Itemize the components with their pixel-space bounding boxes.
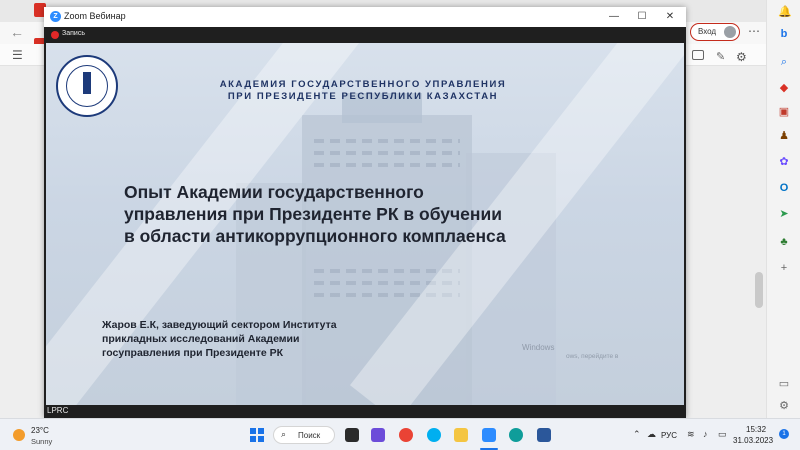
login-button[interactable]: Вход [690,23,740,41]
scrollbar-thumb[interactable] [755,272,763,308]
gear-icon[interactable]: ⚙ [736,50,747,64]
send-icon[interactable]: ➤ [778,208,790,220]
window-row [314,163,460,167]
window-row [314,151,460,155]
notification-badge[interactable]: 1 [779,429,789,439]
language-indicator[interactable]: РУС [661,431,677,440]
recording-label: Запись [62,30,85,37]
menu-icon[interactable]: ☰ [12,48,23,62]
word-icon[interactable] [537,428,551,442]
logo-ring [66,65,108,107]
slide-author-line-1: Жаров Е.К, заведующий сектором Института [102,319,337,331]
bell-icon[interactable]: 🔔 [778,6,792,18]
zoom-taskbar-icon[interactable] [482,428,496,442]
edge-icon[interactable] [509,428,523,442]
search-label: Поиск [298,431,321,440]
activation-watermark: Windows [522,343,555,352]
slide-org-line-2: ПРИ ПРЕЗИДЕНТЕ РЕСПУБЛИКИ КАЗАХСТАН [227,91,499,102]
skype-icon[interactable] [427,428,441,442]
academy-logo [56,55,118,117]
sidebar-settings-icon[interactable]: ⚙ [778,400,790,412]
slide-org-line-1: АКАДЕМИЯ ГОСУДАРСТВЕННОГО УПРАВЛЕНИЯ [219,79,507,90]
record-icon [51,31,59,39]
windows-start-icon[interactable] [250,428,264,442]
office-icon[interactable]: ✿ [778,156,790,168]
sun-icon[interactable] [13,429,25,441]
avatar-icon [724,26,736,38]
battery-icon[interactable]: ▭ [718,429,727,440]
window-row [314,139,460,143]
back-arrow-icon[interactable]: ← [10,24,24,40]
taskbar: 23°C Sunny ⌕ Поиск ⌃ ☁ РУС ≋ ♪ ▭ 15:32 3… [0,418,800,450]
cloud-icon[interactable]: ☁ [647,429,656,440]
chevron-up-icon[interactable]: ⌃ [633,429,641,440]
chrome-icon[interactable] [399,428,413,442]
task-view-icon[interactable] [345,428,359,442]
tag-icon[interactable]: ◆ [778,82,790,94]
slide-author-line-2: прикладных исследований Академии [102,333,300,345]
participant-label: LPRC [47,406,69,415]
more-options-icon[interactable]: ⋯ [748,24,760,38]
file-explorer-icon[interactable] [454,428,468,442]
volume-icon[interactable]: ♪ [703,429,708,439]
sidebar-layout-icon[interactable]: ▭ [778,378,790,390]
zoom-title-bar[interactable]: Z Zoom Вебинар — ☐ ✕ [44,7,686,27]
search-icon[interactable]: ⌕ [778,56,790,68]
zoom-logo-icon: Z [50,11,61,22]
zoom-window: Z Zoom Вебинар — ☐ ✕ Запись АКАДЕМИЯ ГОС… [44,7,686,418]
login-label: Вход [698,27,717,36]
weather-description[interactable]: Sunny [31,437,52,446]
clock-date[interactable]: 31.03.2023 [733,436,773,445]
close-button[interactable]: ✕ [656,9,684,25]
extensions-icon[interactable]: ✎ [716,50,725,63]
logo-tower-icon [83,72,91,94]
slide-title-line-3: в области антикоррупционного комплаенса [124,226,506,246]
page-view-icon[interactable] [692,50,704,60]
add-icon[interactable]: + [778,262,790,274]
tree-icon[interactable]: ♣ [778,236,790,248]
bing-icon[interactable]: b [778,28,790,40]
wifi-icon[interactable]: ≋ [687,429,695,440]
search-icon: ⌕ [281,429,287,439]
people-icon[interactable]: ♟ [778,130,790,142]
clock-time[interactable]: 15:32 [746,425,766,434]
minimize-button[interactable]: — [600,9,628,25]
teams-icon[interactable] [371,428,385,442]
shared-slide: АКАДЕМИЯ ГОСУДАРСТВЕННОГО УПРАВЛЕНИЯ ПРИ… [46,43,684,405]
slide-title-line-2: управления при Президенте РК в обучении [124,204,503,224]
maximize-button[interactable]: ☐ [628,9,656,25]
slide-title-line-1: Опыт Академии государственного [124,182,424,202]
slide-author-line-3: госуправления при Президенте РК [102,347,284,359]
briefcase-icon[interactable]: ▣ [778,106,790,118]
activation-watermark-sub: ows, перейдите в [566,353,619,360]
outlook-icon[interactable]: O [778,182,790,194]
weather-temperature[interactable]: 23°C [31,426,49,435]
taskbar-search[interactable]: ⌕ Поиск [273,426,335,444]
browser-sidebar: 🔔 b ⌕ ◆ ▣ ♟ ✿ O ➤ ♣ + ▭ ⚙ [766,0,800,418]
recording-indicator[interactable]: Запись [44,27,686,43]
zoom-bottom-bar: LPRC [44,405,686,418]
zoom-window-title: Zoom Вебинар [64,11,126,21]
